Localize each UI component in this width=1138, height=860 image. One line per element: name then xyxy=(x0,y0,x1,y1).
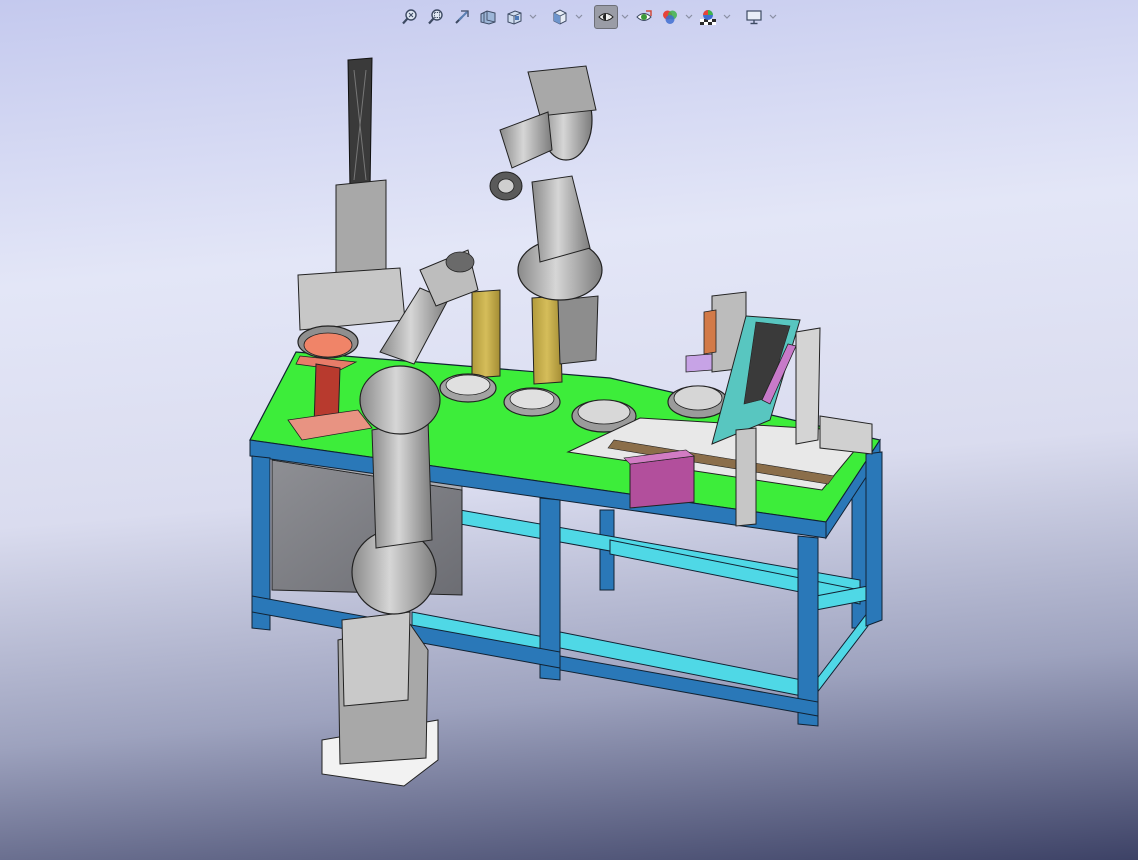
vertical-lift-module xyxy=(297,57,406,359)
assembly-model[interactable] xyxy=(0,0,1138,860)
